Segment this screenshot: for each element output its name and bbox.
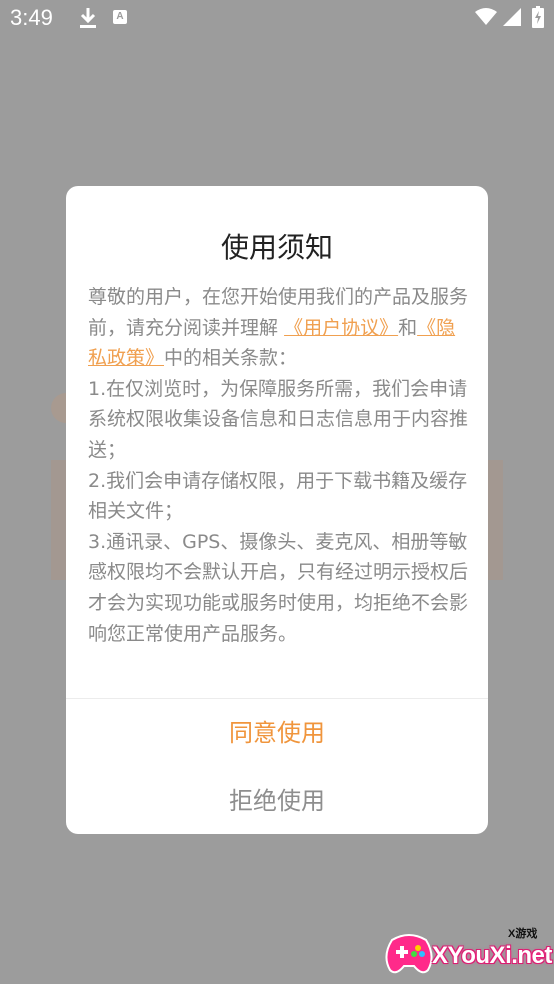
download-icon [80, 8, 96, 28]
watermark-small-text: X游戏 [508, 928, 538, 940]
body-intro-suffix: 中的相关条款： [164, 347, 298, 370]
body-and: 和 [398, 316, 418, 339]
site-watermark: X游戏 XYouXi.net [380, 926, 552, 980]
body-item-1: 1.在仅浏览时，为保障服务所需，我们会申请系统权限收集设备信息和日志信息用于内容… [88, 377, 469, 461]
status-time: 3:49 [10, 5, 53, 30]
signal-icon [503, 8, 521, 26]
status-bar: 3:49 A [0, 0, 554, 38]
a-notification-icon: A [113, 10, 127, 24]
gamepad-logo-icon [385, 934, 433, 974]
agree-button[interactable]: 同意使用 [66, 716, 488, 750]
dialog-body: 尊敬的用户，在您开始使用我们的产品及服务前，请充分阅读并理解 《用户协议》和《隐… [88, 282, 468, 649]
wifi-icon [475, 8, 497, 25]
battery-icon [532, 6, 544, 28]
dialog-divider [66, 698, 488, 699]
reject-button[interactable]: 拒绝使用 [66, 784, 488, 818]
usage-notice-dialog: 使用须知 尊敬的用户，在您开始使用我们的产品及服务前，请充分阅读并理解 《用户协… [66, 186, 488, 834]
user-agreement-link[interactable]: 《用户协议》 [284, 317, 398, 339]
body-item-2: 2.我们会申请存储权限，用于下载书籍及缓存相关文件； [88, 469, 468, 523]
dialog-title: 使用须知 [220, 231, 333, 264]
watermark-text: XYouXi.net [432, 942, 552, 969]
body-item-3: 3.通讯录、GPS、摄像头、麦克风、相册等敏感权限均不会默认开启，只有经过明示授… [88, 530, 469, 645]
